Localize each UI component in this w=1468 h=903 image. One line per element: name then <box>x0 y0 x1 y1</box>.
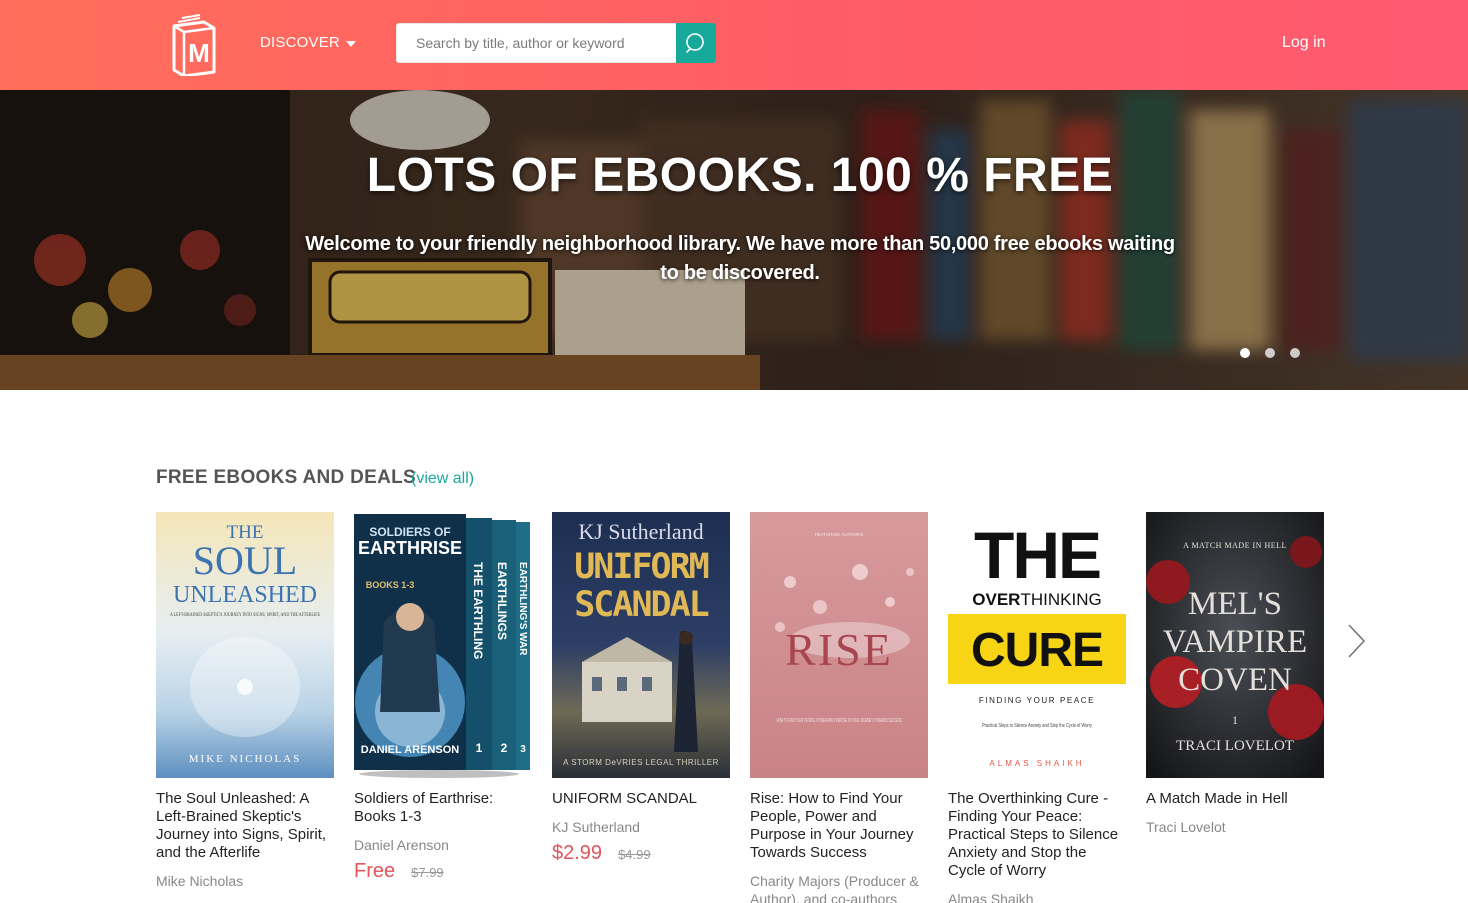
svg-text:BOOKS 1-3: BOOKS 1-3 <box>366 580 415 590</box>
discover-menu[interactable]: DISCOVER <box>260 34 356 51</box>
svg-text:1: 1 <box>1232 713 1238 727</box>
search-input[interactable] <box>396 23 676 63</box>
svg-text:2: 2 <box>501 741 508 755</box>
book-cover[interactable]: A MATCH MADE IN HELL MEL'S VAMPIRE COVEN… <box>1146 512 1324 778</box>
svg-text:SOLDIERS OF: SOLDIERS OF <box>369 525 450 539</box>
book-author[interactable]: Daniel Arenson <box>354 836 532 854</box>
book-cover-image: FEATURING AUTHORS RISE HOW TO FIND YOUR … <box>750 512 928 778</box>
svg-text:SOUL: SOUL <box>193 538 297 583</box>
book-title[interactable]: The Overthinking Cure - Finding Your Pea… <box>948 790 1126 880</box>
book-title[interactable]: UNIFORM SCANDAL <box>552 790 730 808</box>
book-author[interactable]: Almas Shaikh <box>948 890 1126 903</box>
carousel-dot-2[interactable] <box>1265 348 1275 358</box>
section-title: FREE EBOOKS AND DEALS <box>156 467 417 488</box>
book-card: THE SOUL UNLEASHED A LEFT-BRAINED SKEPTI… <box>156 512 334 890</box>
original-price: $4.99 <box>618 847 651 862</box>
book-cover[interactable]: THE SOUL UNLEASHED A LEFT-BRAINED SKEPTI… <box>156 512 334 778</box>
svg-text:COVEN: COVEN <box>1178 662 1292 698</box>
book-carousel: THE SOUL UNLEASHED A LEFT-BRAINED SKEPTI… <box>156 512 1336 903</box>
svg-text:EARTHLINGS: EARTHLINGS <box>495 562 509 640</box>
book-card: KJ Sutherland UNIFORM SCANDAL A STORM De… <box>552 512 730 865</box>
book-cover[interactable]: THE OVERTHINKING CURE FINDING YOUR PEACE… <box>948 512 1126 778</box>
book-title[interactable]: Soldiers of Earthrise: Books 1-3 <box>354 790 532 826</box>
book-cover-image: THE OVERTHINKING CURE FINDING YOUR PEACE… <box>948 512 1126 778</box>
search-button[interactable] <box>676 23 716 63</box>
svg-text:DANIEL ARENSON: DANIEL ARENSON <box>361 744 459 756</box>
hero-banner: LOTS OF EBOOKS. 100 % FREE Welcome to yo… <box>0 90 1468 390</box>
svg-text:HOW TO FIND YOUR PEOPLE, POWER: HOW TO FIND YOUR PEOPLE, POWER AND PURPO… <box>777 718 902 724</box>
book-cover-image: A MATCH MADE IN HELL MEL'S VAMPIRE COVEN… <box>1146 512 1324 778</box>
svg-text:FEATURING AUTHORS: FEATURING AUTHORS <box>815 532 864 537</box>
book-logo-icon: M <box>172 14 216 78</box>
top-navigation-bar: M DISCOVER Log in <box>0 0 1468 90</box>
book-cover-image: THE SOUL UNLEASHED A LEFT-BRAINED SKEPTI… <box>156 512 334 778</box>
search-bar <box>396 23 716 63</box>
book-cover[interactable]: KJ Sutherland UNIFORM SCANDAL A STORM De… <box>552 512 730 778</box>
svg-text:UNIFORM: UNIFORM <box>574 547 708 587</box>
carousel-dots <box>1240 348 1300 358</box>
svg-text:1: 1 <box>476 741 483 755</box>
svg-text:UNLEASHED: UNLEASHED <box>173 582 317 608</box>
book-card: THE OVERTHINKING CURE FINDING YOUR PEACE… <box>948 512 1126 903</box>
svg-text:A LEFT-BRAINED SKEPTIC'S JOURN: A LEFT-BRAINED SKEPTIC'S JOURNEY INTO SI… <box>170 612 320 618</box>
current-price: $2.99 <box>552 842 603 864</box>
svg-text:TRACI LOVELOT: TRACI LOVELOT <box>1176 738 1294 754</box>
price-row: $2.99 $4.99 <box>552 842 730 865</box>
book-author[interactable]: Mike Nicholas <box>156 872 334 890</box>
svg-text:Practical Steps to Silence Anx: Practical Steps to Silence Anxiety and S… <box>982 723 1092 729</box>
carousel-next-button[interactable] <box>1346 622 1368 660</box>
book-card: SOLDIERS OF EARTHRISE BOOKS 1-3 DANIEL A… <box>354 512 532 883</box>
book-title[interactable]: A Match Made in Hell <box>1146 790 1324 808</box>
svg-text:EARTHLING'S WAR: EARTHLING'S WAR <box>517 562 528 656</box>
book-cover-image: SOLDIERS OF EARTHRISE BOOKS 1-3 DANIEL A… <box>354 514 530 778</box>
book-author[interactable]: Charity Majors (Producer & Author), and … <box>750 872 928 903</box>
hero-title: LOTS OF EBOOKS. 100 % FREE <box>366 149 1114 202</box>
login-link[interactable]: Log in <box>1282 34 1326 52</box>
svg-text:SCANDAL: SCANDAL <box>574 585 708 625</box>
original-price: $7.99 <box>411 865 444 880</box>
hero-subtitle: Welcome to your friendly neighborhood li… <box>305 233 1175 284</box>
svg-text:MEL'S: MEL'S <box>1188 586 1282 622</box>
svg-text:THE EARTHLING: THE EARTHLING <box>471 562 485 659</box>
svg-text:M: M <box>188 38 210 68</box>
book-card: A MATCH MADE IN HELL MEL'S VAMPIRE COVEN… <box>1146 512 1324 836</box>
search-icon <box>686 33 704 53</box>
price-row: Free $7.99 <box>354 860 532 883</box>
svg-text:ALMAS SHAIKH: ALMAS SHAIKH <box>989 759 1084 768</box>
svg-text:MIKE NICHOLAS: MIKE NICHOLAS <box>189 753 301 765</box>
site-logo[interactable]: M <box>170 12 218 78</box>
book-cover[interactable]: SOLDIERS OF EARTHRISE BOOKS 1-3 DANIEL A… <box>354 512 532 778</box>
book-title[interactable]: The Soul Unleashed: A Left-Brained Skept… <box>156 790 334 862</box>
svg-text:THE: THE <box>974 518 1100 592</box>
caret-down-icon <box>345 40 356 47</box>
current-price: Free <box>354 860 396 882</box>
svg-text:RISE: RISE <box>785 624 893 675</box>
book-cover-image: KJ Sutherland UNIFORM SCANDAL A STORM De… <box>552 512 730 778</box>
svg-text:KJ Sutherland: KJ Sutherland <box>578 519 703 544</box>
book-title[interactable]: Rise: How to Find Your People, Power and… <box>750 790 928 862</box>
svg-text:EARTHRISE: EARTHRISE <box>358 538 462 558</box>
svg-text:VAMPIRE: VAMPIRE <box>1163 624 1307 660</box>
svg-text:A MATCH MADE IN HELL: A MATCH MADE IN HELL <box>1183 541 1287 550</box>
svg-text:3: 3 <box>520 744 526 755</box>
carousel-dot-3[interactable] <box>1290 348 1300 358</box>
svg-text:A STORM DeVRIES LEGAL THRILLER: A STORM DeVRIES LEGAL THRILLER <box>563 758 719 767</box>
book-author[interactable]: Traci Lovelot <box>1146 818 1324 836</box>
svg-text:CURE: CURE <box>971 624 1103 677</box>
book-author[interactable]: KJ Sutherland <box>552 818 730 836</box>
chevron-right-icon <box>1348 624 1366 658</box>
book-card: FEATURING AUTHORS RISE HOW TO FIND YOUR … <box>750 512 928 903</box>
book-cover[interactable]: FEATURING AUTHORS RISE HOW TO FIND YOUR … <box>750 512 928 778</box>
view-all-link[interactable]: (view all) <box>411 470 474 488</box>
svg-text:FINDING YOUR PEACE: FINDING YOUR PEACE <box>979 696 1095 705</box>
carousel-dot-1[interactable] <box>1240 348 1250 358</box>
svg-text:OVERTHINKING: OVERTHINKING <box>972 590 1101 609</box>
discover-label: DISCOVER <box>260 34 340 51</box>
